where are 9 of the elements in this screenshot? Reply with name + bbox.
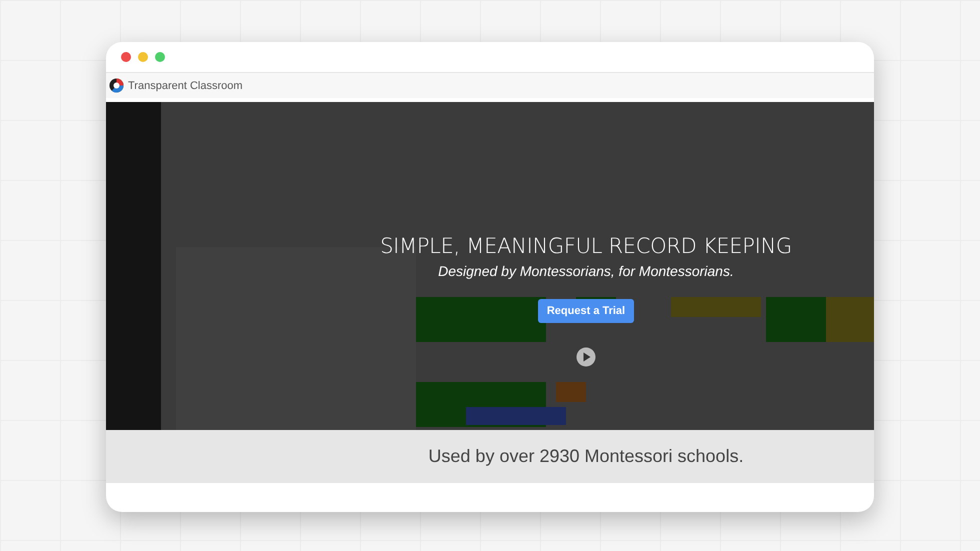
window-control-dot[interactable] xyxy=(121,52,131,62)
tab-title[interactable]: Transparent Classroom xyxy=(128,80,243,92)
usage-statement: Used by over 2930 Montessori schools. xyxy=(428,446,744,467)
subtitle: Designed by Montessorians, for Montessorians. xyxy=(438,263,734,279)
play-icon[interactable] xyxy=(576,347,596,367)
headline: SIMPLE, MEANINGFUL RECORD KEEPING xyxy=(380,233,792,259)
window-control-dot[interactable] xyxy=(155,52,165,62)
logo-icon xyxy=(109,78,124,93)
window-control-dot[interactable] xyxy=(138,52,148,62)
